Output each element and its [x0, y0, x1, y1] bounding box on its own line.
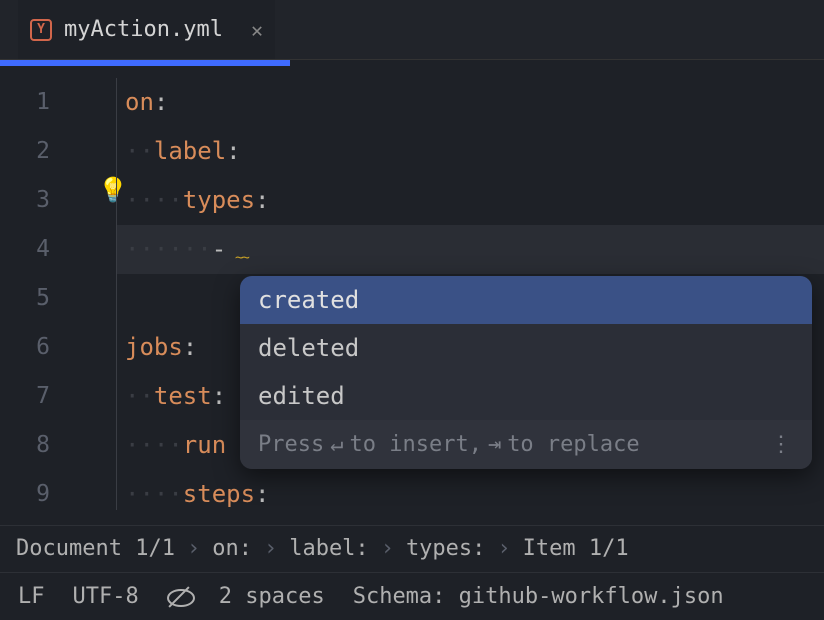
- close-icon[interactable]: ✕: [251, 18, 263, 42]
- line-number: 3: [0, 176, 50, 225]
- line-number: 6: [0, 323, 50, 372]
- breadcrumb: Document 1/1 › on: › label: › types: › I…: [0, 525, 824, 571]
- line-number: 5: [0, 274, 50, 323]
- tab-key-icon: ⇥: [488, 432, 501, 457]
- tab-filename: myAction.yml: [64, 17, 223, 42]
- yaml-file-icon: Y: [30, 19, 52, 41]
- line-number: 8: [0, 421, 50, 470]
- progress-bar: [0, 60, 290, 66]
- autocomplete-popup: created deleted edited Press ↵ to insert…: [240, 276, 812, 469]
- autocomplete-item[interactable]: edited: [240, 372, 812, 420]
- enter-key-icon: ↵: [330, 432, 343, 457]
- status-schema[interactable]: Schema: github-workflow.json: [353, 584, 724, 609]
- breadcrumb-segment[interactable]: label:: [289, 536, 368, 561]
- code-line[interactable]: ····steps:: [125, 470, 824, 519]
- line-number: 2: [0, 127, 50, 176]
- autocomplete-item[interactable]: deleted: [240, 324, 812, 372]
- line-number: 4: [0, 225, 50, 274]
- tab-bar: Y myAction.yml ✕: [0, 0, 824, 60]
- status-encoding[interactable]: UTF-8: [73, 584, 139, 609]
- chevron-right-icon: ›: [497, 536, 510, 561]
- status-indent[interactable]: 2 spaces: [219, 584, 325, 609]
- kebab-icon[interactable]: ⋮: [770, 432, 794, 457]
- code-margin: 💡: [60, 78, 116, 510]
- status-line-ending[interactable]: LF: [18, 584, 45, 609]
- breadcrumb-segment[interactable]: on:: [212, 536, 252, 561]
- code-line[interactable]: ····types:: [125, 176, 824, 225]
- file-tab[interactable]: Y myAction.yml ✕: [18, 0, 275, 59]
- chevron-right-icon: ›: [381, 536, 394, 561]
- chevron-right-icon: ›: [264, 536, 277, 561]
- breadcrumb-segment[interactable]: Document 1/1: [16, 536, 175, 561]
- warning-squiggle: ~~: [235, 250, 248, 266]
- breadcrumb-segment[interactable]: Item 1/1: [523, 536, 629, 561]
- autocomplete-item[interactable]: created: [240, 276, 812, 324]
- line-number-gutter: 1 2 3 4 5 6 7 8 9: [0, 78, 60, 510]
- line-number: 7: [0, 372, 50, 421]
- chevron-right-icon: ›: [187, 536, 200, 561]
- code-line[interactable]: ··label:: [125, 127, 824, 176]
- line-number: 9: [0, 470, 50, 519]
- eye-off-icon[interactable]: [167, 589, 191, 605]
- code-line[interactable]: on:: [125, 78, 824, 127]
- line-number: 1: [0, 78, 50, 127]
- status-bar: LF UTF-8 2 spaces Schema: github-workflo…: [0, 572, 824, 620]
- breadcrumb-segment[interactable]: types:: [406, 536, 485, 561]
- code-line-current[interactable]: ······-: [117, 225, 824, 274]
- autocomplete-hint: Press ↵ to insert, ⇥ to replace ⋮: [240, 420, 812, 469]
